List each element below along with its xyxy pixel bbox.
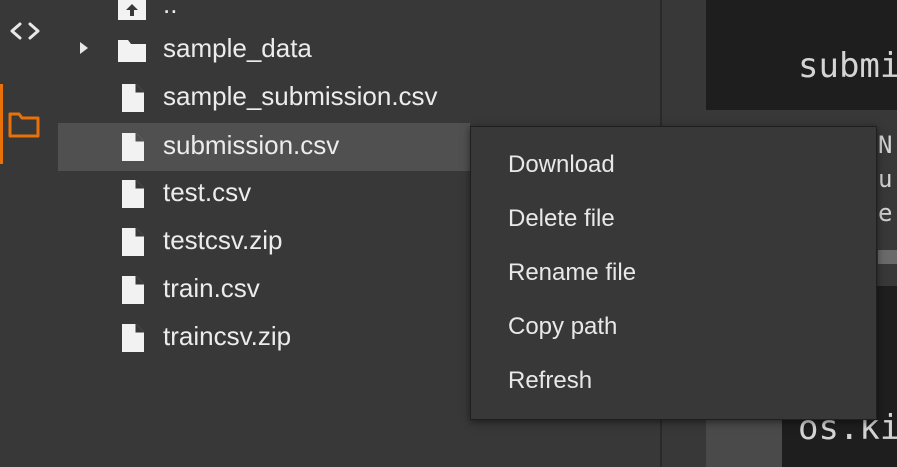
file-name: train.csv: [163, 273, 260, 303]
file-icon: [122, 180, 144, 208]
menu-item-copy-path[interactable]: Copy path: [471, 300, 876, 354]
code-brackets-icon[interactable]: [8, 16, 42, 46]
file-name: submission.csv: [163, 130, 340, 160]
tree-row-file-selected[interactable]: submission.csv: [58, 123, 470, 171]
file-name: testcsv.zip: [163, 225, 283, 255]
menu-item-download[interactable]: Download: [471, 138, 876, 192]
folder-icon[interactable]: [6, 106, 42, 142]
file-icon: [122, 84, 144, 112]
file-icon: [122, 133, 144, 161]
tree-row-file[interactable]: sample_submission.csv: [58, 72, 660, 120]
folder-up-icon: [118, 0, 146, 20]
tree-row-folder[interactable]: sample_data: [58, 24, 660, 72]
file-icon: [122, 276, 144, 304]
scrollbar-thumb[interactable]: [878, 250, 897, 264]
file-icon: [122, 324, 144, 352]
folder-icon: [118, 40, 146, 62]
markdown-cell-text: N u e: [878, 131, 893, 227]
file-name: traincsv.zip: [163, 321, 292, 351]
file-name: test.csv: [163, 177, 252, 207]
code-cell-text: submi: [798, 46, 897, 86]
menu-item-delete-file[interactable]: Delete file: [471, 192, 876, 246]
menu-item-refresh[interactable]: Refresh: [471, 354, 876, 408]
file-name: sample_submission.csv: [163, 81, 438, 111]
menu-item-rename-file[interactable]: Rename file: [471, 246, 876, 300]
file-icon: [122, 228, 144, 256]
context-menu: Download Delete file Rename file Copy pa…: [470, 126, 877, 420]
caret-right-icon[interactable]: [76, 40, 92, 56]
files-active-indicator: [0, 84, 3, 164]
activity-rail: [0, 0, 58, 467]
file-name: sample_data: [163, 33, 312, 63]
